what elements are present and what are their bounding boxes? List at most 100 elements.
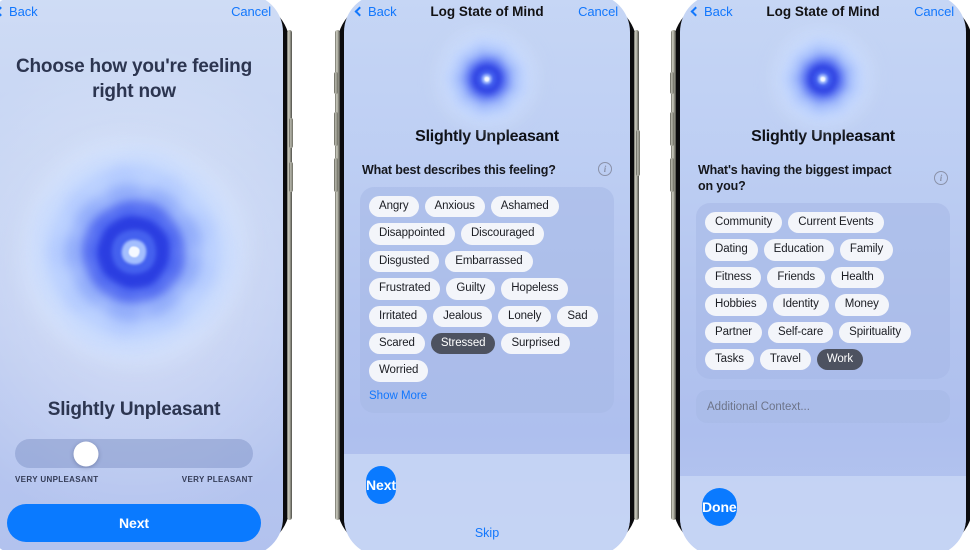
tag-stressed[interactable]: Stressed	[430, 333, 496, 355]
slider-label-right: VERY PLEASANT	[181, 475, 253, 484]
mood-slider-labels: VERY UNPLEASANT VERY PLEASANT	[15, 475, 253, 484]
tag-spirituality[interactable]: Spirituality	[839, 321, 911, 344]
phone-1-volume-up-button[interactable]	[289, 118, 293, 148]
back-label: Back	[9, 3, 38, 19]
mood-flower-wrapper	[0, 104, 283, 399]
info-icon[interactable]: i	[598, 162, 612, 176]
info-icon[interactable]: i	[934, 171, 948, 185]
phone-1-screen: Back Cancel Choose how you're feeling ri…	[0, 0, 283, 550]
cancel-button-2[interactable]: Cancel	[578, 4, 618, 19]
mood-hero-3: Slightly Unpleasant	[680, 28, 966, 146]
impact-tag-card: Community Current Events Dating Education Fa…	[696, 203, 950, 380]
back-label: Back	[368, 3, 397, 19]
impact-tag-list: Community Current Events Dating Education Fa…	[705, 212, 942, 371]
tag-money[interactable]: Money	[834, 294, 889, 316]
next-button-2[interactable]: Next	[366, 466, 396, 504]
additional-context-input[interactable]: Additional Context...	[696, 390, 950, 424]
slider-label-left: VERY UNPLEASANT	[15, 475, 99, 484]
next-button-1[interactable]: Next	[7, 504, 261, 542]
tag-tasks[interactable]: Tasks	[705, 349, 754, 371]
question-text-3: What's having the biggest impact on you?	[698, 163, 892, 193]
tag-angry[interactable]: Angry	[369, 196, 419, 218]
cancel-button-1[interactable]: Cancel	[231, 4, 271, 19]
footer-2: Next Skip	[344, 454, 630, 550]
phone-3-screen: Back Log State of Mind Cancel Slightly U…	[680, 0, 966, 550]
navbar-3: Back Log State of Mind Cancel	[680, 0, 966, 28]
tag-dating[interactable]: Dating	[705, 239, 758, 261]
question-text-2: What best describes this feeling?	[362, 163, 556, 177]
tag-travel[interactable]: Travel	[759, 349, 811, 371]
tag-friends[interactable]: Friends	[767, 266, 826, 289]
mood-value-label-3: Slightly Unpleasant	[751, 128, 895, 145]
tag-worried[interactable]: Worried	[369, 360, 429, 382]
mood-slider-knob[interactable]	[73, 441, 99, 466]
tag-anxious[interactable]: Anxious	[424, 196, 485, 218]
phone-3-volume-up-button[interactable]	[670, 112, 674, 146]
phone-2-volume-down-button[interactable]	[334, 158, 338, 192]
chevron-left-icon	[354, 6, 365, 16]
phone-1: Back Cancel Choose how you're feeling ri…	[0, 0, 293, 550]
tag-frustrated[interactable]: Frustrated	[369, 278, 441, 300]
tag-disgusted[interactable]: Disgusted	[369, 250, 440, 273]
phone-2-power-button[interactable]	[636, 130, 640, 176]
back-button-1[interactable]: Back	[0, 4, 38, 19]
tag-disappointed[interactable]: Disappointed	[369, 223, 455, 245]
mood-flower-graphic	[439, 31, 535, 127]
tag-hobbies[interactable]: Hobbies	[705, 294, 767, 316]
tag-health[interactable]: Health	[831, 266, 884, 289]
mood-slider-track[interactable]	[15, 439, 253, 468]
mood-slider-block: VERY UNPLEASANT VERY PLEASANT	[0, 439, 283, 484]
tag-education[interactable]: Education	[763, 239, 834, 261]
tag-surprised[interactable]: Surprised	[501, 333, 570, 355]
navbar-1: Back Cancel	[0, 0, 283, 28]
show-more-button[interactable]: Show More	[369, 390, 427, 402]
phone-3: Back Log State of Mind Cancel Slightly U…	[670, 0, 970, 550]
feeling-tag-list: Angry Anxious Ashamed Disappointed Discourag…	[369, 196, 606, 382]
phone-3-action-button[interactable]	[670, 72, 674, 94]
tag-hopeless[interactable]: Hopeless	[501, 278, 569, 300]
mood-value-label-1: Slightly Unpleasant	[47, 399, 221, 420]
phone-2: Back Log State of Mind Cancel Slightly U…	[334, 0, 640, 550]
tag-irritated[interactable]: Irritated	[369, 305, 428, 328]
flower-lobe-8	[128, 245, 140, 258]
question-row-2: What best describes this feeling? i	[344, 162, 630, 178]
tag-lonely[interactable]: Lonely	[498, 305, 552, 328]
tag-embarrassed[interactable]: Embarrassed	[445, 250, 533, 273]
phone-2-screen: Back Log State of Mind Cancel Slightly U…	[344, 0, 630, 550]
chevron-left-icon	[690, 6, 701, 16]
back-button-2[interactable]: Back	[354, 3, 397, 19]
tag-current-events[interactable]: Current Events	[788, 212, 884, 234]
chevron-left-icon	[0, 6, 6, 16]
tag-jealous[interactable]: Jealous	[433, 305, 493, 328]
phone-1-volume-down-button[interactable]	[289, 162, 293, 192]
tag-discouraged[interactable]: Discouraged	[460, 223, 545, 245]
tag-ashamed[interactable]: Ashamed	[490, 196, 559, 218]
tag-work[interactable]: Work	[816, 349, 864, 371]
feeling-tag-card: Angry Anxious Ashamed Disappointed Discourag…	[360, 187, 614, 413]
tag-identity[interactable]: Identity	[772, 294, 829, 316]
tag-scared[interactable]: Scared	[369, 333, 425, 355]
phone-2-left-rail	[335, 30, 340, 520]
tag-fitness[interactable]: Fitness	[705, 266, 762, 289]
mood-flower-graphic	[20, 137, 248, 366]
back-button-3[interactable]: Back	[690, 4, 733, 19]
mood-hero-2: Slightly Unpleasant	[344, 28, 630, 146]
phone-2-volume-up-button[interactable]	[334, 112, 338, 146]
tag-partner[interactable]: Partner	[705, 321, 763, 344]
done-button[interactable]: Done	[702, 488, 737, 526]
question-row-3: What's having the biggest impact on you?…	[680, 162, 966, 194]
tag-community[interactable]: Community	[705, 212, 783, 234]
cancel-button-3[interactable]: Cancel	[914, 4, 954, 19]
tag-sad[interactable]: Sad	[557, 305, 598, 328]
phone-2-action-button[interactable]	[334, 72, 338, 94]
tag-guilty[interactable]: Guilty	[446, 278, 496, 300]
skip-button[interactable]: Skip	[344, 520, 630, 550]
phone-2-right-rail	[634, 30, 639, 520]
phone-3-volume-down-button[interactable]	[670, 158, 674, 192]
flower-petal-8	[152, 174, 220, 242]
mood-flower-graphic	[775, 31, 871, 127]
tag-self-care[interactable]: Self-care	[768, 321, 834, 344]
tag-family[interactable]: Family	[839, 239, 894, 261]
